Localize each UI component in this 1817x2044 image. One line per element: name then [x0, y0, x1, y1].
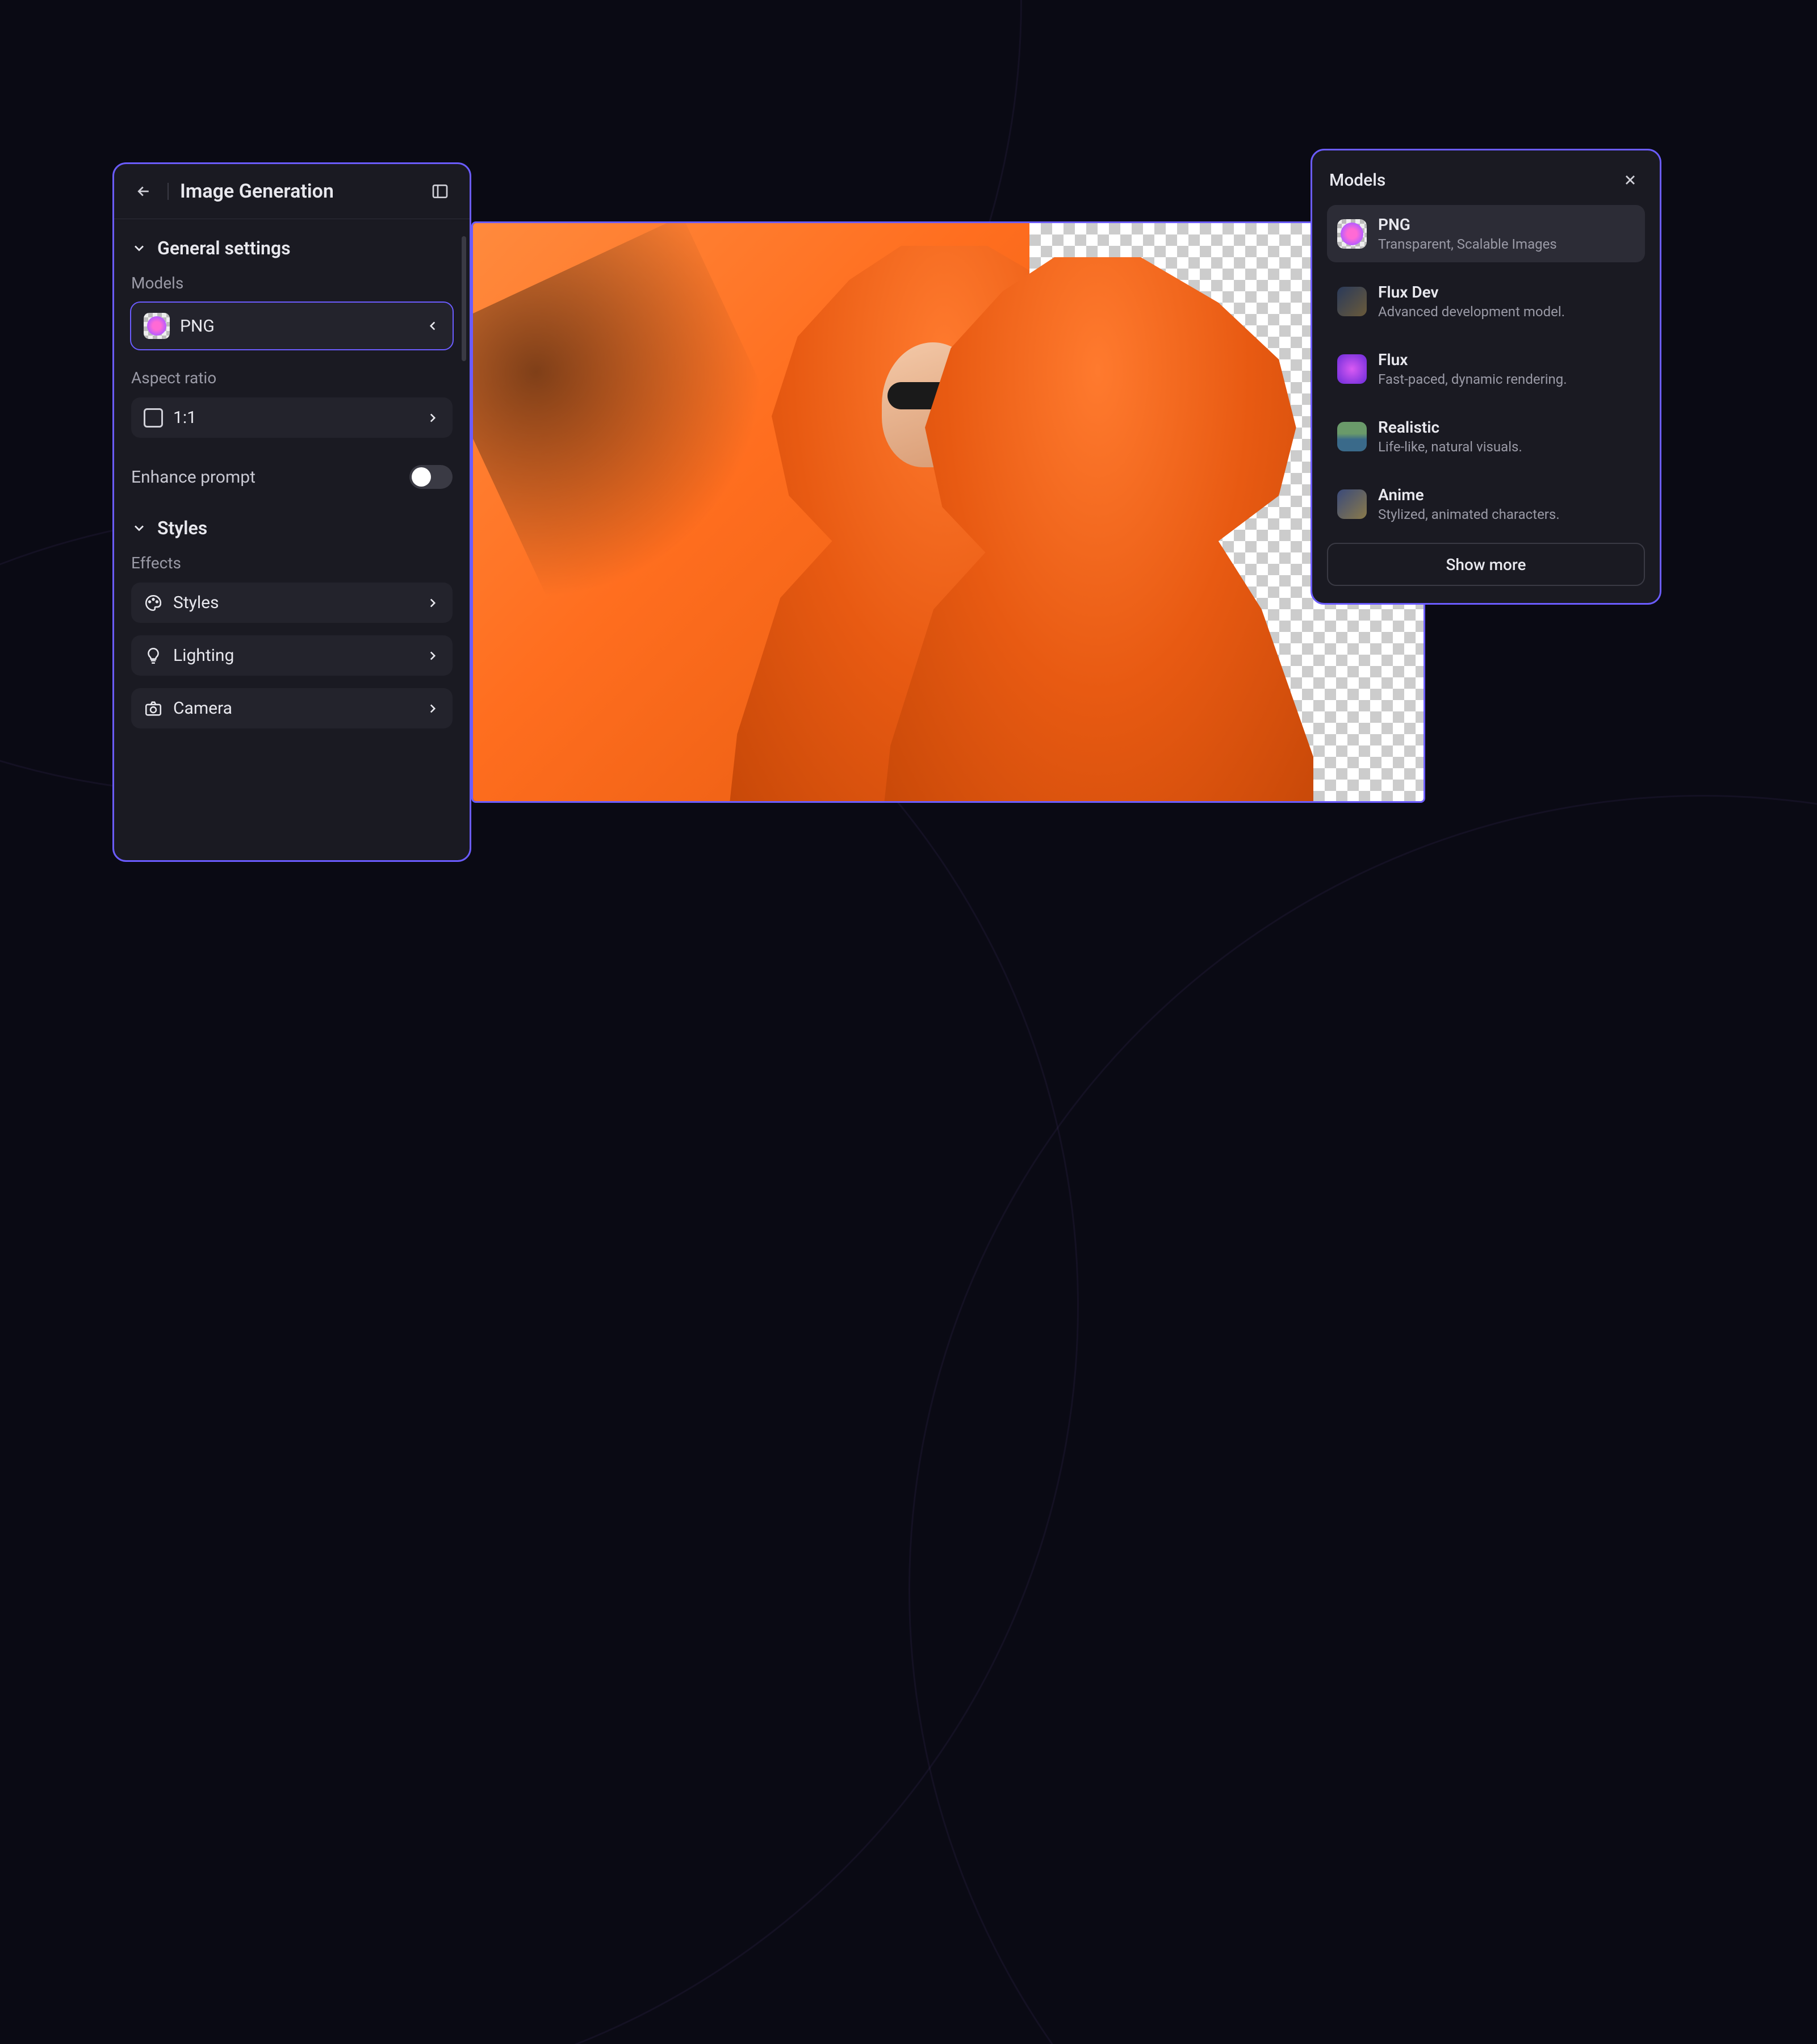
canvas-preview[interactable]	[471, 221, 1425, 803]
model-thumb-icon	[1337, 354, 1367, 384]
model-name: Flux	[1378, 350, 1567, 369]
aspect-ratio-value: 1:1	[173, 408, 196, 428]
popover-title: Models	[1329, 170, 1618, 190]
effect-label: Camera	[173, 698, 232, 718]
camera-icon	[144, 699, 163, 718]
aspect-ratio-selector[interactable]: 1:1	[131, 397, 453, 438]
model-name: Realistic	[1378, 418, 1522, 437]
model-name: PNG	[1378, 215, 1557, 234]
model-thumb-icon	[1337, 287, 1367, 316]
chevron-down-icon	[131, 240, 147, 256]
divider	[168, 183, 169, 200]
enhance-prompt-toggle[interactable]	[409, 465, 453, 489]
model-option-flux[interactable]: Flux Fast-paced, dynamic rendering.	[1327, 340, 1645, 397]
model-desc: Stylized, animated characters.	[1378, 506, 1560, 522]
effects-label: Effects	[131, 551, 453, 583]
model-name: Flux Dev	[1378, 283, 1565, 301]
back-button[interactable]	[131, 179, 156, 204]
chevron-right-icon	[425, 596, 440, 610]
model-desc: Fast-paced, dynamic rendering.	[1378, 371, 1567, 387]
model-option-realistic[interactable]: Realistic Life-like, natural visuals.	[1327, 408, 1645, 465]
enhance-prompt-label: Enhance prompt	[131, 467, 409, 487]
model-desc: Transparent, Scalable Images	[1378, 236, 1557, 252]
model-option-flux-dev[interactable]: Flux Dev Advanced development model.	[1327, 273, 1645, 330]
model-thumb-icon	[1337, 422, 1367, 451]
effect-label: Lighting	[173, 646, 234, 665]
chevron-down-icon	[131, 520, 147, 536]
models-label: Models	[131, 271, 453, 303]
model-thumb-icon	[1337, 489, 1367, 519]
model-desc: Advanced development model.	[1378, 304, 1565, 320]
section-heading: General settings	[157, 237, 291, 259]
close-icon	[1622, 172, 1638, 188]
toggle-knob	[412, 467, 431, 487]
show-more-label: Show more	[1446, 555, 1526, 574]
panel-title: Image Generation	[180, 180, 416, 203]
show-more-button[interactable]: Show more	[1327, 543, 1645, 586]
chevron-right-icon	[425, 701, 440, 716]
model-thumb-icon	[1337, 219, 1367, 249]
lightbulb-icon	[144, 646, 163, 665]
sidebar-toggle-button[interactable]	[428, 179, 453, 204]
model-name: Anime	[1378, 485, 1560, 504]
panel-left-icon	[431, 182, 449, 200]
background-wave	[909, 795, 1817, 2044]
model-option-png[interactable]: PNG Transparent, Scalable Images	[1327, 205, 1645, 262]
palette-icon	[144, 593, 163, 613]
panel-header: Image Generation	[114, 164, 470, 219]
aspect-ratio-label: Aspect ratio	[131, 366, 453, 397]
model-thumb-icon	[144, 313, 170, 339]
chevron-left-icon	[425, 319, 440, 333]
section-toggle-styles[interactable]: Styles	[131, 512, 453, 551]
effect-label: Styles	[173, 593, 219, 613]
camera-selector[interactable]: Camera	[131, 688, 453, 728]
section-toggle-general[interactable]: General settings	[131, 232, 453, 271]
model-desc: Life-like, natural visuals.	[1378, 439, 1522, 455]
section-heading: Styles	[157, 517, 207, 539]
arrow-left-icon	[135, 183, 152, 200]
model-selector[interactable]: PNG	[131, 303, 453, 349]
selected-model-name: PNG	[180, 316, 215, 336]
chevron-right-icon	[425, 411, 440, 425]
chevron-right-icon	[425, 648, 440, 663]
settings-panel: Image Generation General settings Models…	[112, 162, 471, 862]
square-icon	[144, 408, 163, 428]
styles-selector[interactable]: Styles	[131, 583, 453, 623]
scrollbar[interactable]	[462, 236, 466, 361]
lighting-selector[interactable]: Lighting	[131, 635, 453, 676]
models-popover: Models PNG Transparent, Scalable Images …	[1311, 149, 1661, 605]
model-option-anime[interactable]: Anime Stylized, animated characters.	[1327, 475, 1645, 533]
close-button[interactable]	[1618, 167, 1643, 192]
